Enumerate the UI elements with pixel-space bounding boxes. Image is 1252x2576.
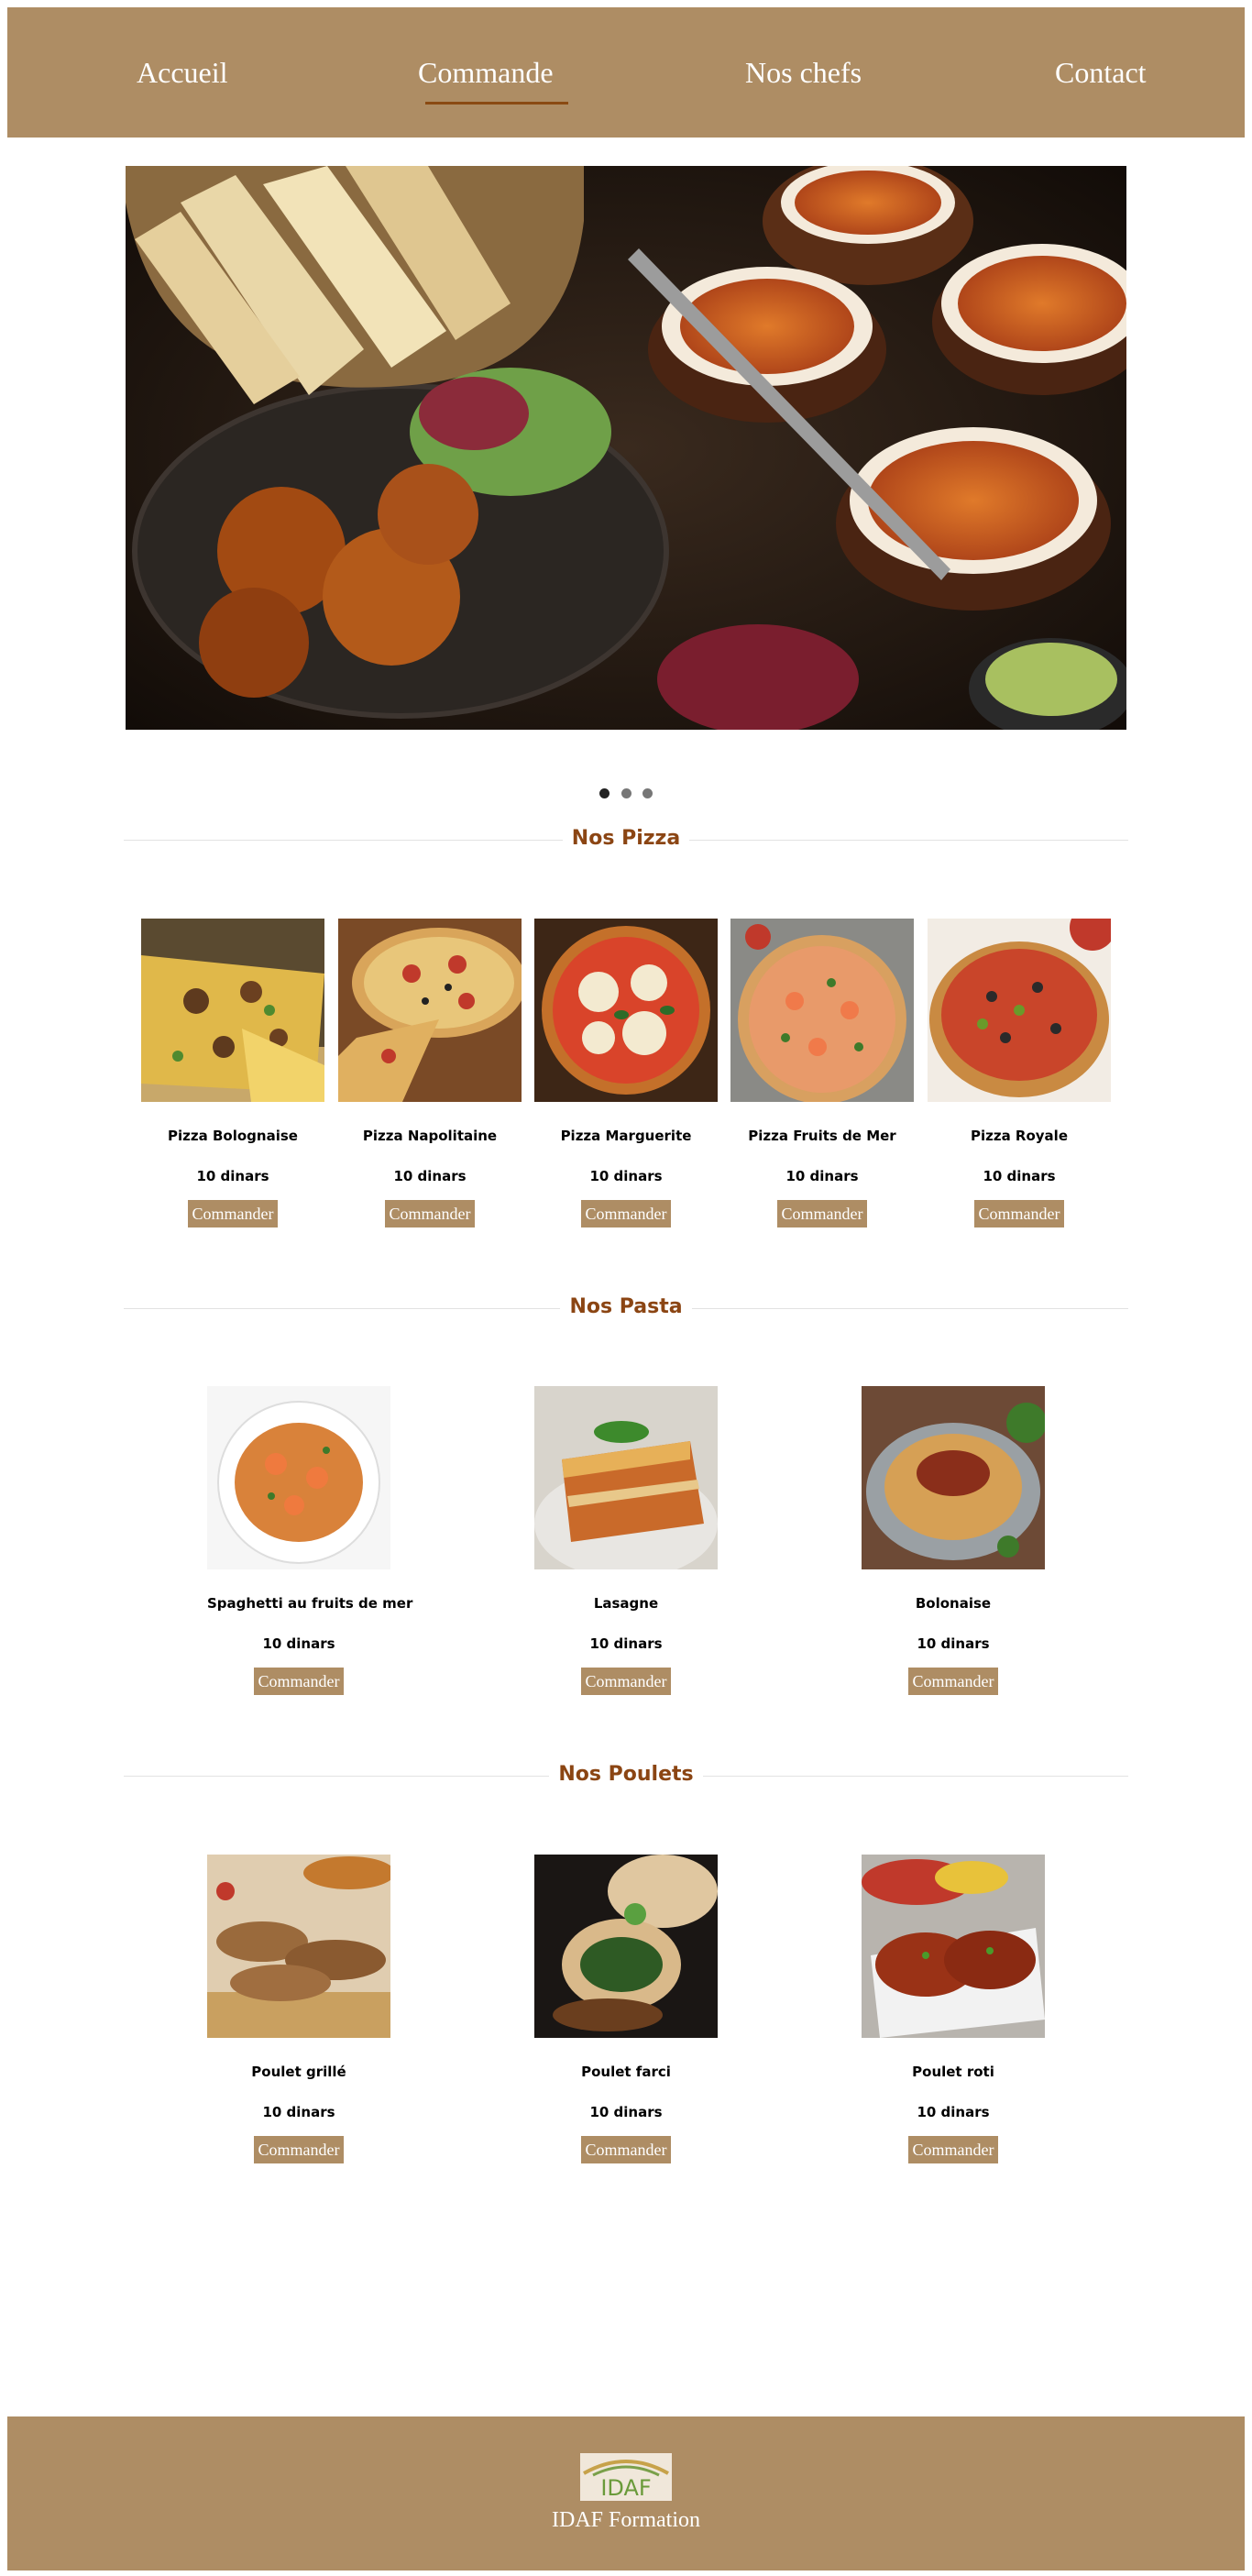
- pizza-royale-photo: [928, 919, 1111, 1102]
- nav-nos-chefs[interactable]: Nos chefs: [745, 7, 862, 138]
- nav-contact[interactable]: Contact: [1055, 7, 1147, 138]
- menu-card: Lasagne 10 dinars Commander: [534, 1386, 718, 1695]
- commander-button[interactable]: Commander: [907, 2136, 999, 2163]
- item-name: Bolonaise: [915, 1595, 992, 1612]
- nav-accueil[interactable]: Accueil: [137, 7, 228, 138]
- nav-active-underline: [425, 102, 568, 105]
- commander-button[interactable]: Commander: [580, 1200, 672, 1227]
- item-name: Pizza Fruits de Mer: [748, 1128, 896, 1144]
- carousel-indicators: [0, 788, 1252, 799]
- item-name: Spaghetti au fruits de mer: [207, 1595, 413, 1612]
- menu-card: Pizza Napolitaine 10 dinars Commander: [338, 919, 522, 1227]
- item-name: Poulet roti: [912, 2064, 994, 2080]
- pizza-napolitaine-photo: [338, 919, 522, 1102]
- item-price: 10 dinars: [917, 1635, 990, 1652]
- top-navbar: Accueil Commande Nos chefs Contact: [7, 7, 1245, 138]
- carousel-dot-3[interactable]: [642, 788, 653, 798]
- commander-button[interactable]: Commander: [187, 1200, 279, 1227]
- pizza-marguerite-photo: [534, 919, 718, 1102]
- item-name: Poulet farci: [581, 2064, 671, 2080]
- menu-card: Bolonaise 10 dinars Commander: [862, 1386, 1045, 1695]
- carousel-dot-2[interactable]: [621, 788, 631, 798]
- commander-button[interactable]: Commander: [384, 1200, 476, 1227]
- poulet-grille-photo: [207, 1855, 390, 2038]
- svg-text:IDAF: IDAF: [600, 2475, 651, 2501]
- spaghetti-fruits-de-mer-photo: [207, 1386, 390, 1569]
- item-name: Pizza Marguerite: [560, 1128, 692, 1144]
- footer-brand: IDAF Formation: [552, 2508, 700, 2532]
- commander-button[interactable]: Commander: [907, 1668, 999, 1695]
- idaf-logo[interactable]: IDAF: [580, 2453, 672, 2501]
- item-name: Pizza Bolognaise: [168, 1128, 298, 1144]
- poulet-roti-photo: [862, 1855, 1045, 2038]
- hero-carousel-image: [126, 166, 1126, 730]
- menu-card: Poulet roti 10 dinars Commander: [862, 1855, 1045, 2163]
- menu-card: Poulet grillé 10 dinars Commander: [207, 1855, 390, 2163]
- item-name: Lasagne: [593, 1595, 659, 1612]
- item-price: 10 dinars: [262, 1635, 335, 1652]
- menu-card: Pizza Marguerite 10 dinars Commander: [534, 919, 718, 1227]
- item-price: 10 dinars: [589, 1168, 663, 1184]
- item-name: Pizza Napolitaine: [362, 1128, 498, 1144]
- menu-card: Pizza Fruits de Mer 10 dinars Commander: [730, 919, 914, 1227]
- poulet-farci-photo: [534, 1855, 718, 2038]
- commander-button[interactable]: Commander: [580, 1668, 672, 1695]
- lasagne-photo: [534, 1386, 718, 1569]
- section-title-pizza: Nos Pizza: [0, 827, 1252, 850]
- menu-card: Pizza Royale 10 dinars Commander: [928, 919, 1111, 1227]
- item-price: 10 dinars: [983, 1168, 1056, 1184]
- commander-button[interactable]: Commander: [253, 1668, 345, 1695]
- item-name: Poulet grillé: [251, 2064, 346, 2080]
- nav-commande[interactable]: Commande: [418, 7, 554, 138]
- commander-button[interactable]: Commander: [253, 2136, 345, 2163]
- item-price: 10 dinars: [589, 2104, 663, 2120]
- item-name: Pizza Royale: [970, 1128, 1068, 1144]
- menu-card: Spaghetti au fruits de mer 10 dinars Com…: [207, 1386, 413, 1695]
- food-spread-photo: [126, 166, 1126, 730]
- section-title-poulets: Nos Poulets: [0, 1763, 1252, 1786]
- item-price: 10 dinars: [917, 2104, 990, 2120]
- pizza-bolognaise-photo: [141, 919, 324, 1102]
- menu-card: Pizza Bolognaise 10 dinars Commander: [141, 919, 324, 1227]
- item-price: 10 dinars: [785, 1168, 859, 1184]
- pizza-fruits-de-mer-photo: [730, 919, 914, 1102]
- item-price: 10 dinars: [196, 1168, 269, 1184]
- commander-button[interactable]: Commander: [776, 1200, 868, 1227]
- section-title-pasta: Nos Pasta: [0, 1295, 1252, 1318]
- footer: IDAF IDAF Formation: [7, 2416, 1245, 2570]
- item-price: 10 dinars: [393, 1168, 467, 1184]
- commander-button[interactable]: Commander: [580, 2136, 672, 2163]
- menu-card: Poulet farci 10 dinars Commander: [534, 1855, 718, 2163]
- commander-button[interactable]: Commander: [973, 1200, 1065, 1227]
- carousel-dot-1[interactable]: [599, 788, 610, 798]
- bolonaise-photo: [862, 1386, 1045, 1569]
- item-price: 10 dinars: [589, 1635, 663, 1652]
- item-price: 10 dinars: [262, 2104, 335, 2120]
